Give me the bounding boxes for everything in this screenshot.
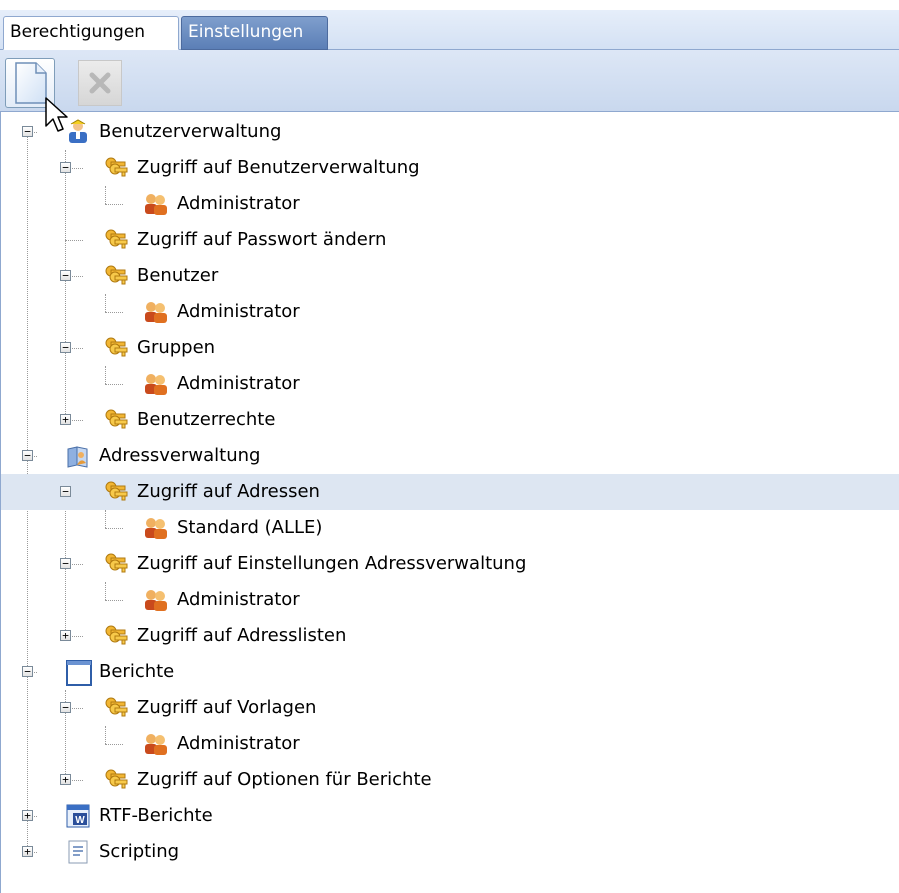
address-book-icon	[65, 443, 91, 469]
tree-node[interactable]: − Zugriff auf Adressen	[1, 474, 899, 510]
user-group-icon	[143, 299, 169, 325]
keys-icon	[103, 335, 129, 361]
tree-node[interactable]: + W RTF-Berichte	[1, 798, 899, 834]
word-document-icon: W	[65, 803, 91, 829]
tree-node-label: Zugriff auf Vorlagen	[137, 697, 317, 718]
tree-node[interactable]: − Benutzerverwaltung	[1, 114, 899, 150]
tree-node-label: Zugriff auf Benutzerverwaltung	[137, 157, 420, 178]
user-group-icon	[143, 371, 169, 397]
collapse-toggle[interactable]: −	[22, 666, 33, 677]
collapse-toggle[interactable]: −	[60, 270, 71, 281]
tree-node-label: Administrator	[177, 589, 300, 610]
delete-button[interactable]	[78, 60, 122, 106]
tree-node-label: Zugriff auf Einstellungen Adressverwaltu…	[137, 553, 527, 574]
tree-node-label: Benutzerverwaltung	[99, 121, 282, 142]
collapse-toggle[interactable]: −	[60, 702, 71, 713]
tree-node[interactable]: Administrator	[1, 366, 899, 402]
tab-berechtigungen[interactable]: Berechtigungen	[3, 16, 179, 50]
tree-node[interactable]: Administrator	[1, 186, 899, 222]
tree-node[interactable]: − Benutzer	[1, 258, 899, 294]
tree-node[interactable]: Administrator	[1, 294, 899, 330]
tree-node-label: Administrator	[177, 193, 300, 214]
tree-node[interactable]: − Adressverwaltung	[1, 438, 899, 474]
keys-icon	[103, 695, 129, 721]
tree-node[interactable]: Zugriff auf Passwort ändern	[1, 222, 899, 258]
tree-node-label: Zugriff auf Passwort ändern	[137, 229, 387, 250]
tab-bar: Berechtigungen Einstellungen	[0, 10, 899, 50]
svg-text:W: W	[75, 815, 85, 826]
script-document-icon	[65, 839, 91, 865]
user-group-icon	[143, 731, 169, 757]
tree-node[interactable]: + Benutzerrechte	[1, 402, 899, 438]
keys-icon	[103, 227, 129, 253]
permission-tree: − Benutzerverwaltung − Zugriff auf Benutzer…	[0, 112, 899, 893]
tree-node[interactable]: − Gruppen	[1, 330, 899, 366]
tree-node-label: Gruppen	[137, 337, 216, 358]
keys-icon	[103, 263, 129, 289]
keys-icon	[103, 155, 129, 181]
tree-node-label: Benutzerrechte	[137, 409, 276, 430]
tree-node[interactable]: − Zugriff auf Einstellungen Adressverwalt…	[1, 546, 899, 582]
tree-node-label: Standard (ALLE)	[177, 517, 323, 538]
expand-toggle[interactable]: +	[22, 810, 33, 821]
user-group-icon	[143, 191, 169, 217]
expand-toggle[interactable]: +	[22, 846, 33, 857]
collapse-toggle[interactable]: −	[60, 558, 71, 569]
tree-node-label: Scripting	[99, 841, 180, 862]
tree-node-label: Berichte	[99, 661, 175, 682]
tree-node[interactable]: Administrator	[1, 582, 899, 618]
tree-node-label: Zugriff auf Optionen für Berichte	[137, 769, 432, 790]
tree-node-label: Administrator	[177, 373, 300, 394]
collapse-toggle[interactable]: −	[22, 126, 33, 137]
collapse-toggle[interactable]: −	[22, 450, 33, 461]
tab-einstellungen[interactable]: Einstellungen	[181, 16, 328, 50]
tree-node[interactable]: + Scripting	[1, 834, 899, 870]
expand-toggle[interactable]: +	[60, 630, 71, 641]
tree-node[interactable]: Administrator	[1, 726, 899, 762]
tree-node[interactable]: Standard (ALLE)	[1, 510, 899, 546]
tree-node[interactable]: − Zugriff auf Benutzerverwaltung	[1, 150, 899, 186]
tree-node[interactable]: + Zugriff auf Adresslisten	[1, 618, 899, 654]
collapse-toggle[interactable]: −	[60, 486, 71, 497]
keys-icon	[103, 551, 129, 577]
keys-icon	[103, 407, 129, 433]
tree-node-label: Administrator	[177, 301, 300, 322]
keys-icon	[103, 767, 129, 793]
tree-node-label: Zugriff auf Adressen	[137, 481, 320, 502]
delete-icon	[89, 72, 111, 94]
toolbar	[0, 50, 899, 112]
tree-node-label: Adressverwaltung	[99, 445, 261, 466]
expand-toggle[interactable]: +	[60, 774, 71, 785]
tree-node[interactable]: − Berichte	[1, 654, 899, 690]
tree-node-label: Administrator	[177, 733, 300, 754]
tree-node[interactable]: + Zugriff auf Optionen für Berichte	[1, 762, 899, 798]
tree-node-label: Benutzer	[137, 265, 219, 286]
mouse-cursor-icon	[45, 97, 68, 132]
keys-icon	[103, 479, 129, 505]
expand-toggle[interactable]: +	[60, 414, 71, 425]
tree-node-label: RTF-Berichte	[99, 805, 213, 826]
collapse-toggle[interactable]: −	[60, 342, 71, 353]
top-cutoff-strip	[0, 0, 899, 10]
tree-node[interactable]: − Zugriff auf Vorlagen	[1, 690, 899, 726]
collapse-toggle[interactable]: −	[60, 162, 71, 173]
user-group-icon	[143, 515, 169, 541]
tree-node-label: Zugriff auf Adresslisten	[137, 625, 347, 646]
keys-icon	[103, 623, 129, 649]
report-window-icon	[65, 659, 92, 686]
user-group-icon	[143, 587, 169, 613]
